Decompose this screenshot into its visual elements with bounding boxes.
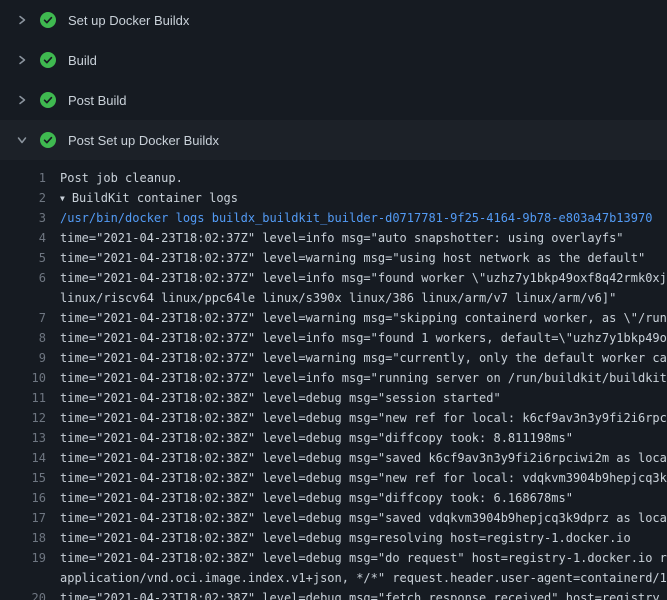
line-number[interactable]: 18 <box>0 528 60 548</box>
log-text-continuation: linux/riscv64 linux/ppc64le linux/s390x … <box>60 288 667 308</box>
step-label: Build <box>68 53 97 68</box>
step-header-set-up-docker-buildx[interactable]: Set up Docker Buildx <box>0 0 667 40</box>
step-header-build[interactable]: Build <box>0 40 667 80</box>
check-circle-icon <box>40 92 56 108</box>
log-text: /usr/bin/docker logs buildx_buildkit_bui… <box>60 208 667 228</box>
log-text: time="2021-04-23T18:02:37Z" level=info m… <box>60 368 667 388</box>
step-label: Set up Docker Buildx <box>68 13 189 28</box>
line-number[interactable]: 12 <box>0 408 60 428</box>
step-header-post-build[interactable]: Post Build <box>0 80 667 120</box>
line-number[interactable]: 14 <box>0 448 60 468</box>
line-number[interactable]: 11 <box>0 388 60 408</box>
log-line: 9time="2021-04-23T18:02:37Z" level=warni… <box>0 348 667 368</box>
log-line: 15time="2021-04-23T18:02:38Z" level=debu… <box>0 468 667 488</box>
chevron-down-icon <box>16 134 28 146</box>
log-text: time="2021-04-23T18:02:38Z" level=debug … <box>60 548 667 568</box>
log-line: 13time="2021-04-23T18:02:38Z" level=debu… <box>0 428 667 448</box>
log-line: 1Post job cleanup. <box>0 168 667 188</box>
line-number[interactable]: 4 <box>0 228 60 248</box>
log-text: time="2021-04-23T18:02:38Z" level=debug … <box>60 528 667 548</box>
log-line: 19time="2021-04-23T18:02:38Z" level=debu… <box>0 548 667 588</box>
log-line: 3/usr/bin/docker logs buildx_buildkit_bu… <box>0 208 667 228</box>
log-text: time="2021-04-23T18:02:38Z" level=debug … <box>60 588 667 600</box>
log-line: 14time="2021-04-23T18:02:38Z" level=debu… <box>0 448 667 468</box>
check-circle-icon <box>40 52 56 68</box>
line-number[interactable]: 6 <box>0 268 60 288</box>
line-number[interactable]: 1 <box>0 168 60 188</box>
line-number[interactable]: 15 <box>0 468 60 488</box>
line-number[interactable]: 5 <box>0 248 60 268</box>
log-line: 7time="2021-04-23T18:02:37Z" level=warni… <box>0 308 667 328</box>
log-text: time="2021-04-23T18:02:37Z" level=warnin… <box>60 348 667 368</box>
log-text: time="2021-04-23T18:02:37Z" level=info m… <box>60 228 667 248</box>
line-number[interactable]: 13 <box>0 428 60 448</box>
step-label: Post Build <box>68 93 127 108</box>
line-number[interactable]: 7 <box>0 308 60 328</box>
chevron-right-icon <box>16 94 28 106</box>
chevron-right-icon <box>16 14 28 26</box>
log-line: 8time="2021-04-23T18:02:37Z" level=info … <box>0 328 667 348</box>
step-label: Post Set up Docker Buildx <box>68 133 219 148</box>
log-line: 20time="2021-04-23T18:02:38Z" level=debu… <box>0 588 667 600</box>
line-number[interactable]: 3 <box>0 208 60 228</box>
log-line: 10time="2021-04-23T18:02:37Z" level=info… <box>0 368 667 388</box>
log-text: Post job cleanup. <box>60 168 667 188</box>
line-number[interactable]: 2 <box>0 188 60 208</box>
log-text: time="2021-04-23T18:02:38Z" level=debug … <box>60 428 667 448</box>
line-number[interactable]: 17 <box>0 508 60 528</box>
log-text: time="2021-04-23T18:02:37Z" level=warnin… <box>60 308 667 328</box>
log-lines: 1Post job cleanup.2▼BuildKit container l… <box>0 160 667 600</box>
log-line: 4time="2021-04-23T18:02:37Z" level=info … <box>0 228 667 248</box>
step-header-post-set-up-docker-buildx[interactable]: Post Set up Docker Buildx <box>0 120 667 160</box>
check-circle-icon <box>40 132 56 148</box>
log-line: 12time="2021-04-23T18:02:38Z" level=debu… <box>0 408 667 428</box>
log-line: 17time="2021-04-23T18:02:38Z" level=debu… <box>0 508 667 528</box>
check-circle-icon <box>40 12 56 28</box>
line-number[interactable]: 16 <box>0 488 60 508</box>
log-line: 16time="2021-04-23T18:02:38Z" level=debu… <box>0 488 667 508</box>
line-number[interactable]: 10 <box>0 368 60 388</box>
log-text: time="2021-04-23T18:02:38Z" level=debug … <box>60 488 667 508</box>
log-text: time="2021-04-23T18:02:38Z" level=debug … <box>60 508 667 528</box>
workflow-log-viewer: Set up Docker Buildx Build Post Build Po… <box>0 0 667 600</box>
log-text: time="2021-04-23T18:02:37Z" level=info m… <box>60 268 667 288</box>
log-line: 2▼BuildKit container logs <box>0 188 667 208</box>
log-text: time="2021-04-23T18:02:37Z" level=info m… <box>60 328 667 348</box>
log-line: 11time="2021-04-23T18:02:38Z" level=debu… <box>0 388 667 408</box>
log-text: time="2021-04-23T18:02:38Z" level=debug … <box>60 388 667 408</box>
log-text: time="2021-04-23T18:02:38Z" level=debug … <box>60 408 667 428</box>
log-text: time="2021-04-23T18:02:38Z" level=debug … <box>60 448 667 468</box>
chevron-right-icon <box>16 54 28 66</box>
group-triangle-icon: ▼ <box>60 189 65 208</box>
line-number[interactable]: 20 <box>0 588 60 600</box>
log-text: time="2021-04-23T18:02:37Z" level=warnin… <box>60 248 667 268</box>
log-text-continuation: application/vnd.oci.image.index.v1+json,… <box>60 568 667 588</box>
log-line: 6time="2021-04-23T18:02:37Z" level=info … <box>0 268 667 308</box>
line-number[interactable]: 19 <box>0 548 60 568</box>
line-number[interactable]: 9 <box>0 348 60 368</box>
line-number[interactable]: 8 <box>0 328 60 348</box>
log-line: 18time="2021-04-23T18:02:38Z" level=debu… <box>0 528 667 548</box>
log-text: time="2021-04-23T18:02:38Z" level=debug … <box>60 468 667 488</box>
log-group-toggle[interactable]: ▼BuildKit container logs <box>60 188 667 208</box>
log-line: 5time="2021-04-23T18:02:37Z" level=warni… <box>0 248 667 268</box>
